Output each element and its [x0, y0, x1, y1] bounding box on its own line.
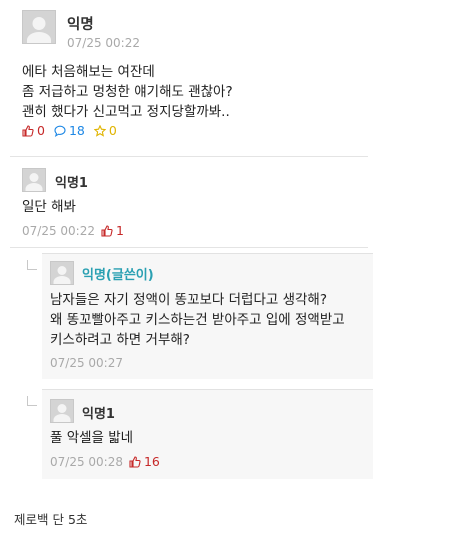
thumbs-up-icon: [101, 224, 113, 237]
reply-text-line: 키스하려고 하면 거부해?: [50, 332, 190, 348]
avatar: [22, 10, 56, 44]
reply-time: 07/25 00:28: [50, 454, 123, 469]
post-body-line: 괜히 했다가 신고먹고 정지당할까봐..: [22, 104, 230, 120]
reply-like-count[interactable]: 16: [129, 454, 160, 469]
reply-like-value: 16: [143, 454, 160, 469]
reply-arrow-icon: [27, 396, 37, 406]
reply-text-line: 남자들은 자기 정액이 똥꼬보다 더럽다고 생각해?: [50, 292, 328, 308]
comment-divider: [10, 247, 368, 248]
post-author[interactable]: 익명: [67, 13, 94, 34]
comment-count-value: 18: [68, 123, 85, 138]
reply: 익명(글쓴이) 남자들은 자기 정액이 똥꼬보다 더럽다고 생각해? 왜 똥꼬빨…: [42, 253, 373, 379]
post-body-line: 에타 처음해보는 여잔데: [22, 64, 155, 80]
thumbs-up-icon: [22, 124, 34, 137]
like-count-value: 0: [37, 123, 45, 138]
reply-time: 07/25 00:27: [50, 356, 123, 370]
comment-like-value: 1: [115, 223, 124, 238]
speech-bubble-icon: [54, 125, 66, 137]
reply-text: 풀 악셀을 밟네: [50, 430, 134, 446]
comment-text: 일단 해봐: [22, 199, 76, 215]
reply-author[interactable]: 익명1: [82, 403, 115, 422]
star-icon: [93, 124, 106, 137]
reply: 익명1 풀 악셀을 밟네 07/25 00:28 16: [42, 389, 373, 479]
post-body-line: 좀 저급하고 멍청한 얘기해도 괜찮아?: [22, 84, 233, 100]
caption: 제로백 단 5초: [14, 512, 88, 527]
scrap-count-value: 0: [108, 123, 117, 138]
post-time: 07/25 00:22: [67, 36, 140, 50]
comment-like-count[interactable]: 1: [101, 223, 124, 238]
reply-author-op[interactable]: 익명(글쓴이): [82, 264, 154, 283]
post-divider: [10, 156, 368, 157]
comment-author[interactable]: 익명1: [55, 172, 88, 191]
avatar: [22, 168, 46, 192]
reply-arrow-icon: [27, 260, 37, 270]
comment-meta: 07/25 00:22 1: [22, 223, 133, 238]
comment-time: 07/25 00:22: [22, 223, 95, 238]
avatar: [50, 261, 74, 285]
like-count[interactable]: 0: [22, 123, 45, 138]
avatar: [50, 399, 74, 423]
scrap-count[interactable]: 0: [93, 123, 117, 138]
comment-count[interactable]: 18: [54, 123, 85, 138]
reply-text-line: 왜 똥꼬빨아주고 키스하는건 받아주고 입에 정액받고: [50, 312, 345, 328]
reply-meta: 07/25 00:28 16: [50, 454, 169, 469]
post-stats: 0 18 0: [22, 123, 126, 138]
thumbs-up-icon: [129, 455, 141, 468]
